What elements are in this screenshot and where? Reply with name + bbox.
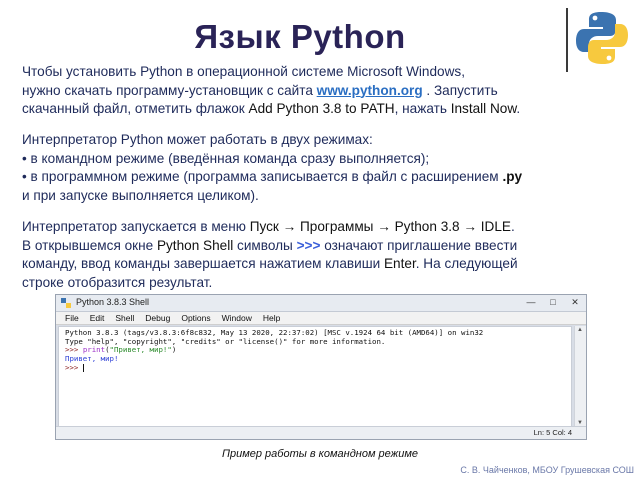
menu-bar: File Edit Shell Debug Options Window Hel… bbox=[56, 312, 586, 325]
close-icon[interactable]: ✕ bbox=[568, 297, 582, 308]
menu-window[interactable]: Window bbox=[222, 312, 252, 324]
launch-paragraph: Интерпретатор запускается в меню Пуск → … bbox=[22, 219, 518, 290]
shell-command-line: >>> print("Привет, мир!") bbox=[65, 345, 177, 355]
cursor-position: Ln: 5 Col: 4 bbox=[533, 428, 572, 437]
scroll-up-icon[interactable]: ▲ bbox=[577, 327, 583, 333]
minimize-icon[interactable]: — bbox=[524, 297, 538, 308]
python-logo-icon bbox=[576, 12, 628, 64]
vertical-scrollbar[interactable]: ▲ ▼ bbox=[574, 326, 586, 427]
shell-input-line[interactable]: >>> bbox=[65, 363, 571, 373]
install-paragraph: Чтобы установить Python в операционной с… bbox=[22, 64, 521, 116]
modes-paragraph: Интерпретатор Python может работать в дв… bbox=[22, 132, 523, 203]
python-org-link[interactable]: www.python.org bbox=[317, 83, 423, 98]
maximize-icon[interactable]: □ bbox=[546, 297, 560, 308]
figure-caption: Пример работы в командном режиме bbox=[221, 448, 419, 460]
window-title: Python 3.8.3 Shell bbox=[76, 297, 150, 307]
menu-edit[interactable]: Edit bbox=[90, 312, 105, 324]
shell-output-line: Привет, мир! bbox=[65, 354, 119, 364]
text-caret bbox=[82, 363, 84, 372]
window-titlebar[interactable]: Python 3.8.3 Shell — □ ✕ bbox=[56, 295, 586, 312]
status-bar: Ln: 5 Col: 4 bbox=[56, 426, 586, 439]
menu-options[interactable]: Options bbox=[181, 312, 210, 324]
menu-shell[interactable]: Shell bbox=[115, 312, 134, 324]
menu-file[interactable]: File bbox=[65, 312, 79, 324]
menu-help[interactable]: Help bbox=[263, 312, 280, 324]
python-shell-window: Python 3.8.3 Shell — □ ✕ File Edit Shell… bbox=[55, 294, 587, 440]
slide-title: Язык Python bbox=[194, 18, 406, 55]
shell-editor[interactable]: Python 3.8.3 (tags/v3.8.3:6f8c832, May 1… bbox=[58, 326, 572, 427]
menu-debug[interactable]: Debug bbox=[145, 312, 170, 324]
python-window-icon bbox=[61, 298, 71, 308]
author-footer: С. В. Чайченков, МБОУ Грушевская СОШ bbox=[460, 465, 634, 475]
